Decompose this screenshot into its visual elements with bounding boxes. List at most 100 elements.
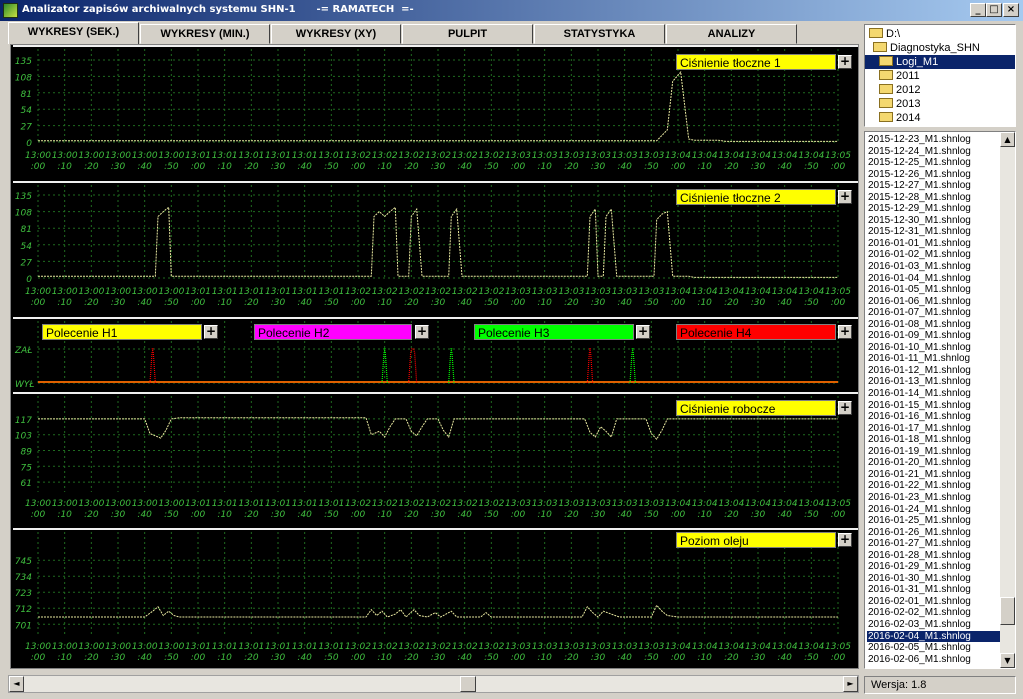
file-list-item[interactable]: 2016-01-11_M1.shnlog [867,353,1001,365]
chart-panel-poziom-oleju[interactable]: 701 712 723 734 745 13:00:00 13:00:10 13:00:20 1… [13,528,858,668]
tree-node-drive[interactable]: D:\ [869,27,900,41]
chart-panel-cisnienie-tloczne-1[interactable]: 0 27 54 81 108 135 13:00:00 13:00:10 13:00:20 13:… [13,45,858,180]
file-list-item[interactable]: 2016-01-07_M1.shnlog [867,307,1001,319]
vertical-scrollbar[interactable]: ▲ ▼ [1000,132,1015,668]
x-tick-label: :40 [617,653,632,663]
file-list-item[interactable]: 2016-01-08_M1.shnlog [867,319,1001,331]
x-tick-label: :40 [777,653,792,663]
file-list-item[interactable]: 2016-01-19_M1.shnlog [867,446,1001,458]
file-list-item[interactable]: 2016-01-21_M1.shnlog [867,469,1001,481]
label-cisnienie-robocze: Ciśnienie robocze [676,400,836,416]
scroll-thumb[interactable] [1000,597,1015,625]
file-list-item[interactable]: 2016-01-31_M1.shnlog [867,584,1001,596]
file-list-item[interactable]: 2016-01-20_M1.shnlog [867,457,1001,469]
scroll-up-button[interactable]: ▲ [1000,132,1015,147]
file-list-item[interactable]: 2016-02-03_M1.shnlog [867,619,1001,631]
file-list-item[interactable]: 2015-12-25_M1.shnlog [867,157,1001,169]
tree-node-2014[interactable]: 2014 [879,111,920,125]
x-tick-label: 13:03 [558,642,584,652]
plus-button[interactable]: + [636,325,650,339]
tab-pulpit[interactable]: PULPIT [402,24,533,44]
file-list-item[interactable]: 2016-02-04_M1.shnlog [867,630,1001,643]
file-list[interactable]: 2015-12-23_M1.shnlog 2015-12-24_M1.shnlog… [864,131,1016,669]
maximize-button[interactable]: □ [986,3,1002,17]
plus-button[interactable]: + [415,325,429,339]
plus-button[interactable]: + [838,533,852,547]
chart-panel-polecenia[interactable]: ZAŁ WYŁ Polecenie H1 + Polecenie H2 + Pol… [13,317,858,391]
file-list-item[interactable]: 2015-12-26_M1.shnlog [867,169,1001,181]
file-list-item[interactable]: 2015-12-29_M1.shnlog [867,203,1001,215]
file-list-item[interactable]: 2016-02-06_M1.shnlog [867,654,1001,666]
file-list-item[interactable]: 2016-01-23_M1.shnlog [867,492,1001,504]
file-list-item[interactable]: 2016-01-30_M1.shnlog [867,573,1001,585]
file-list-item[interactable]: 2016-01-15_M1.shnlog [867,400,1001,412]
file-list-item[interactable]: 2016-02-01_M1.shnlog [867,596,1001,608]
file-list-item[interactable]: 2016-01-12_M1.shnlog [867,365,1001,377]
file-list-item[interactable]: 2016-01-17_M1.shnlog [867,423,1001,435]
file-list-item[interactable]: 2015-12-28_M1.shnlog [867,192,1001,204]
plus-button[interactable]: + [838,325,852,339]
file-list-item[interactable]: 2016-01-28_M1.shnlog [867,550,1001,562]
x-tick-label: 13:04 [772,642,798,652]
file-list-item[interactable]: 2016-01-05_M1.shnlog [867,284,1001,296]
scroll-left-button[interactable]: ◄ [9,676,24,692]
title-bar: Analizator zapisów archiwalnych systemu … [0,0,1023,21]
file-list-item[interactable]: 2016-01-10_M1.shnlog [867,342,1001,354]
file-list-item[interactable]: 2016-02-05_M1.shnlog [867,642,1001,654]
tab-wykresy-sek[interactable]: WYKRESY (SEK.) [8,22,139,44]
file-list-item[interactable]: 2015-12-24_M1.shnlog [867,146,1001,158]
file-list-item[interactable]: 2016-01-25_M1.shnlog [867,515,1001,527]
file-list-item[interactable]: 2016-01-06_M1.shnlog [867,296,1001,308]
file-list-item[interactable]: 2016-01-26_M1.shnlog [867,527,1001,539]
plus-button[interactable]: + [838,401,852,415]
minimize-button[interactable]: _ [970,3,986,17]
file-list-item[interactable]: 2016-01-03_M1.shnlog [867,261,1001,273]
file-list-item[interactable]: 2016-02-02_M1.shnlog [867,607,1001,619]
file-list-item[interactable]: 2015-12-27_M1.shnlog [867,180,1001,192]
scroll-down-button[interactable]: ▼ [1000,653,1015,668]
file-list-item[interactable]: 2016-01-04_M1.shnlog [867,273,1001,285]
tree-node-logi-m1[interactable]: Logi_M1 [865,55,1015,69]
horizontal-scrollbar[interactable]: ◄ ► [8,675,859,693]
scroll-right-button[interactable]: ► [843,676,858,692]
x-tick-label: 13:00 [158,642,184,652]
x-tick-label: 13:01 [238,151,264,161]
x-tick-label: :20 [564,510,579,520]
file-list-item[interactable]: 2016-01-27_M1.shnlog [867,538,1001,550]
file-list-item[interactable]: 2016-01-09_M1.shnlog [867,330,1001,342]
file-list-item[interactable]: 2016-01-29_M1.shnlog [867,561,1001,573]
file-list-item[interactable]: 2015-12-30_M1.shnlog [867,215,1001,227]
tab-statystyka[interactable]: STATYSTYKA [534,24,665,44]
file-list-item[interactable]: 2015-12-23_M1.shnlog [867,134,1001,146]
tree-node-2013[interactable]: 2013 [879,97,920,111]
file-list-item[interactable]: 2016-01-18_M1.shnlog [867,434,1001,446]
file-list-item[interactable]: 2016-01-22_M1.shnlog [867,480,1001,492]
file-list-item[interactable]: 2016-01-24_M1.shnlog [867,504,1001,516]
file-list-item[interactable]: 2016-01-13_M1.shnlog [867,376,1001,388]
tree-node-2012[interactable]: 2012 [879,83,920,97]
plus-button[interactable]: + [838,55,852,69]
x-tick-label: :30 [111,653,126,663]
tree-node-diagnostyka[interactable]: Diagnostyka_SHN [873,41,980,55]
file-list-item[interactable]: 2016-01-16_M1.shnlog [867,411,1001,423]
file-list-item[interactable]: 2016-01-14_M1.shnlog [867,388,1001,400]
plus-button[interactable]: + [204,325,218,339]
x-tick-label: 13:03 [505,287,531,297]
x-tick-label: :50 [164,162,179,172]
tree-node-2011[interactable]: 2011 [879,69,920,83]
x-tick-label: 13:00 [105,499,131,509]
file-list-item[interactable]: 2016-01-02_M1.shnlog [867,249,1001,261]
chart-panel-cisnienie-tloczne-2[interactable]: 0 27 54 81 108 135 13:00:00 13:00:10 13:00:20 13:… [13,181,858,316]
close-button[interactable]: × [1003,3,1019,17]
scroll-thumb[interactable] [460,676,476,692]
file-list-item[interactable]: 2015-12-31_M1.shnlog [867,226,1001,238]
tab-analizy[interactable]: ANALIZY [666,24,797,44]
x-tick-label: 13:01 [265,642,291,652]
chart-panel-cisnienie-robocze[interactable]: 61 75 89 103 117 13:00:00 13:00:10 13:00:20 13:0… [13,392,858,527]
x-tick-label: :30 [111,298,126,308]
file-list-item[interactable]: 2016-01-01_M1.shnlog [867,238,1001,250]
tab-wykresy-min[interactable]: WYKRESY (MIN.) [140,24,270,44]
plus-button[interactable]: + [838,190,852,204]
folder-tree[interactable]: D:\ Diagnostyka_SHN Logi_M1 2011 2012 20… [864,24,1016,127]
tab-wykresy-xy[interactable]: WYKRESY (XY) [271,24,401,44]
